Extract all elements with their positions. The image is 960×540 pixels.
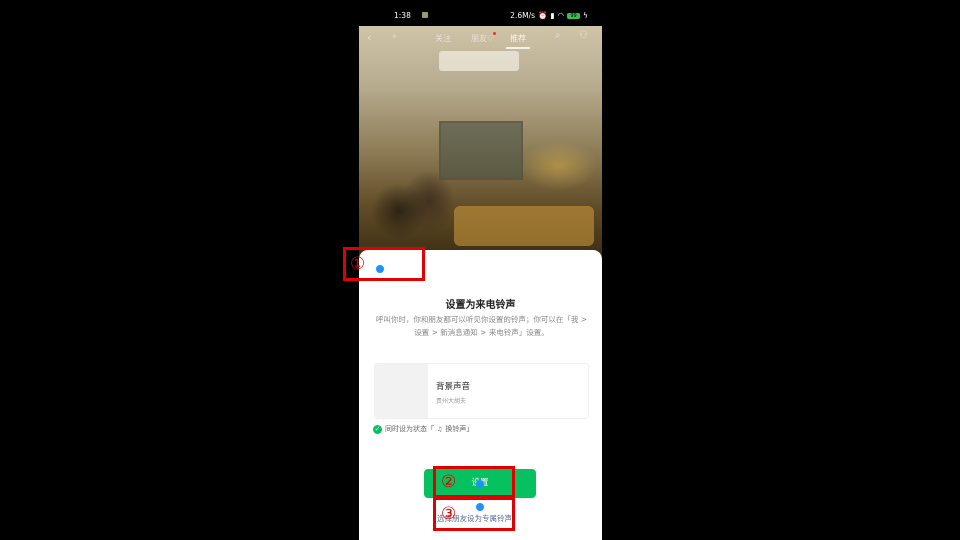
alarm-icon: ⏰ xyxy=(538,11,548,20)
tab-recommend[interactable]: 推荐 xyxy=(506,33,530,49)
top-navigation: ‹ ✧ 关注 朋友♡ 推荐 ⌕ ⚇ xyxy=(359,30,602,49)
profile-icon[interactable]: ⚇ xyxy=(579,30,588,41)
table-shape xyxy=(454,206,594,246)
battery-icon: 99 xyxy=(567,12,581,19)
signal-icon: ▮ xyxy=(550,11,555,20)
music-card: 背景声音 贵州大胡夫 xyxy=(374,363,589,419)
check-icon[interactable]: ✓ xyxy=(373,424,382,434)
music-cover xyxy=(375,364,428,418)
music-name: 背景声音 xyxy=(436,382,471,392)
annotation-label-2: ② xyxy=(441,472,457,492)
annotation-dot xyxy=(476,503,484,511)
annotation-label-3: ③ xyxy=(441,504,457,524)
friends-icon[interactable]: ✧ xyxy=(391,32,398,41)
chevron-left-icon[interactable]: ‹ xyxy=(367,31,371,44)
ceiling-light xyxy=(439,51,519,71)
status-option-label: 同时设为状态「 xyxy=(385,425,434,433)
sheet-description: 呼叫你时，你和朋友都可以听见你设置的铃声；你可以在「我 > 设置 > 新消息通知… xyxy=(375,315,588,337)
wifi-icon: ◠ xyxy=(557,11,565,20)
status-option-suffix: 换铃声」 xyxy=(445,425,474,433)
search-icon[interactable]: ⌕ xyxy=(555,30,561,41)
music-artist: 贵州大胡夫 xyxy=(436,398,467,405)
annotation-dot xyxy=(376,265,384,273)
sheet-title: 设置为来电铃声 xyxy=(445,300,516,311)
status-time: 1:38 xyxy=(394,11,411,20)
status-music-icon: ♫ xyxy=(437,425,443,433)
tab-follow[interactable]: 关注 xyxy=(435,33,451,44)
annotation-label-1: ① xyxy=(350,254,366,274)
net-speed: 2.6M/s xyxy=(510,11,536,20)
status-bar: 1:38 2.6M/s ⏰ ▮ ◠ 99 ϟ xyxy=(359,0,602,26)
app-notification-icon xyxy=(422,12,428,18)
tab-friends[interactable]: 朋友♡ xyxy=(471,33,494,44)
video-background[interactable] xyxy=(359,26,602,256)
charging-icon: ϟ xyxy=(583,11,588,20)
set-status-option[interactable]: ✓ 同时设为状态「 ♫ 换铃声」 xyxy=(373,424,473,434)
annotation-dot xyxy=(476,480,484,488)
status-indicators: 2.6M/s ⏰ ▮ ◠ 99 ϟ xyxy=(510,11,588,20)
notification-dot xyxy=(493,32,496,35)
window-shape xyxy=(439,121,523,180)
